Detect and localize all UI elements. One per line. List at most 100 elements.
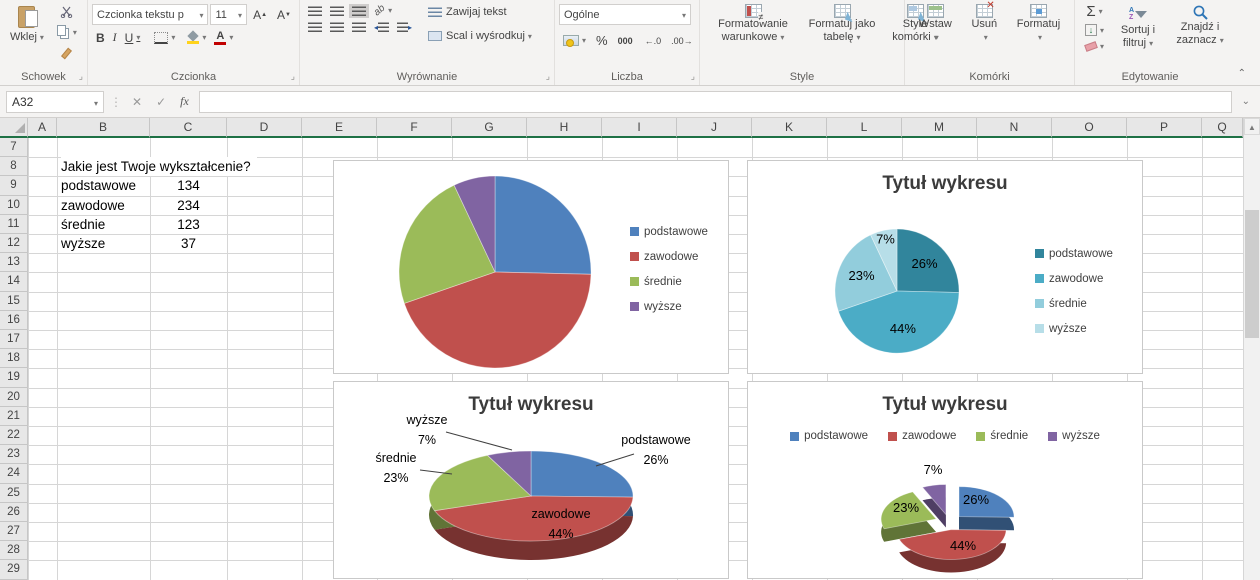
column-header-N[interactable]: N — [977, 118, 1052, 138]
legend-item[interactable]: zawodowe — [1035, 266, 1113, 291]
number-dialog-launcher-icon[interactable]: ⌟ — [691, 71, 695, 82]
row-header-22[interactable]: 22 — [0, 426, 28, 445]
pie-chart-3d-exploded[interactable]: 26%44%23%7%Tytuł wykresupodstawowezawodo… — [747, 381, 1143, 579]
row-header-24[interactable]: 24 — [0, 464, 28, 483]
legend-item[interactable]: podstawowe — [790, 430, 868, 442]
column-header-D[interactable]: D — [227, 118, 302, 138]
find-select-button[interactable]: Znajdź i zaznacz — [1168, 2, 1232, 54]
fill-color-button[interactable] — [184, 29, 209, 46]
shrink-font-button[interactable]: A▼ — [274, 5, 294, 24]
column-header-L[interactable]: L — [827, 118, 902, 138]
row-header-23[interactable]: 23 — [0, 445, 28, 464]
column-header-J[interactable]: J — [677, 118, 752, 138]
column-header-A[interactable]: A — [28, 118, 57, 138]
fill-button[interactable]: ↓ — [1082, 22, 1107, 38]
column-header-O[interactable]: O — [1052, 118, 1127, 138]
enter-formula-button[interactable]: ✓ — [152, 95, 170, 109]
row-header-25[interactable]: 25 — [0, 484, 28, 503]
cell-label-średnie[interactable]: średnie — [61, 215, 105, 234]
row-header-27[interactable]: 27 — [0, 522, 28, 541]
row-header-10[interactable]: 10 — [0, 196, 28, 215]
legend-item[interactable]: zawodowe — [888, 430, 956, 442]
row-header-20[interactable]: 20 — [0, 388, 28, 407]
scroll-up-icon[interactable]: ▲ — [1244, 118, 1260, 135]
expand-formula-bar-icon[interactable]: ⌄ — [1238, 96, 1254, 107]
align-top-button[interactable] — [305, 4, 325, 18]
row-header-21[interactable]: 21 — [0, 407, 28, 426]
pie-slice-podstawowe[interactable] — [531, 451, 633, 497]
row-header-7[interactable]: 7 — [0, 138, 28, 157]
cell-value-zawodowe[interactable]: 234 — [150, 196, 227, 215]
row-header-18[interactable]: 18 — [0, 349, 28, 368]
cell-value-wyższe[interactable]: 37 — [150, 234, 227, 253]
select-all-corner[interactable] — [0, 118, 28, 138]
format-painter-button[interactable] — [53, 44, 80, 63]
align-middle-button[interactable] — [327, 4, 347, 18]
row-header-12[interactable]: 12 — [0, 234, 28, 253]
column-header-P[interactable]: P — [1127, 118, 1202, 138]
cell-b8-question[interactable]: Jakie jest Twoje wykształcenie? — [61, 157, 257, 176]
worksheet-grid[interactable]: podstawowezawodoweśredniewyższe 26%44%23… — [0, 118, 1260, 580]
legend-item[interactable]: wyższe — [1048, 430, 1100, 442]
row-header-26[interactable]: 26 — [0, 503, 28, 522]
conditional-formatting-button[interactable]: Formatowanie warunkowe — [704, 2, 802, 46]
row-header-16[interactable]: 16 — [0, 311, 28, 330]
column-header-H[interactable]: H — [527, 118, 602, 138]
column-header-B[interactable]: B — [57, 118, 150, 138]
decrease-decimal-button[interactable]: .00→ — [668, 34, 696, 48]
formula-input[interactable] — [199, 91, 1232, 113]
vertical-scrollbar[interactable]: ▲ — [1243, 118, 1260, 580]
row-header-17[interactable]: 17 — [0, 330, 28, 349]
cancel-formula-button[interactable]: ✕ — [128, 95, 146, 109]
italic-button[interactable]: I — [110, 28, 120, 47]
pie-chart-monochrome[interactable]: 26%44%23%7%Tytuł wykresupodstawowezawodo… — [747, 160, 1143, 374]
row-header-29[interactable]: 29 — [0, 560, 28, 579]
number-format-select[interactable]: Ogólne — [559, 4, 691, 25]
insert-function-button[interactable]: fx — [176, 94, 193, 109]
alignment-dialog-launcher-icon[interactable]: ⌟ — [546, 71, 550, 82]
font-dialog-launcher-icon[interactable]: ⌟ — [291, 71, 295, 82]
row-header-13[interactable]: 13 — [0, 253, 28, 272]
pie-chart-plain[interactable]: podstawowezawodoweśredniewyższe — [333, 160, 729, 374]
name-box[interactable]: A32 — [6, 91, 104, 113]
legend-item[interactable]: wyższe — [1035, 316, 1113, 341]
legend-item[interactable]: podstawowe — [630, 219, 708, 244]
percent-style-button[interactable]: % — [593, 31, 611, 50]
column-header-C[interactable]: C — [150, 118, 227, 138]
align-center-button[interactable] — [327, 20, 347, 34]
cut-button[interactable] — [53, 3, 80, 20]
column-header-F[interactable]: F — [377, 118, 452, 138]
wrap-text-button[interactable]: Zawijaj tekst — [425, 4, 510, 20]
underline-button[interactable]: U — [122, 29, 144, 47]
autosum-button[interactable]: Σ — [1082, 3, 1107, 20]
pie-chart-3d[interactable]: podstawowe26%zawodowe44%średnie23%wyższe… — [333, 381, 729, 579]
legend-item[interactable]: średnie — [976, 430, 1028, 442]
legend-item[interactable]: wyższe — [630, 294, 708, 319]
align-right-button[interactable] — [349, 20, 369, 34]
cell-value-średnie[interactable]: 123 — [150, 215, 227, 234]
cell-value-podstawowe[interactable]: 134 — [150, 176, 227, 195]
legend-item[interactable]: średnie — [1035, 291, 1113, 316]
accounting-format-button[interactable] — [560, 33, 589, 48]
copy-button[interactable] — [53, 22, 80, 42]
legend-item[interactable]: podstawowe — [1035, 241, 1113, 266]
scrollbar-thumb[interactable] — [1245, 210, 1259, 338]
font-name-select[interactable]: Czcionka tekstu p — [92, 4, 208, 25]
format-as-table-button[interactable]: Formatuj jako tabelę — [802, 2, 882, 46]
delete-cells-button[interactable]: Usuń — [965, 2, 1003, 45]
cell-label-podstawowe[interactable]: podstawowe — [61, 176, 136, 195]
decrease-indent-button[interactable]: ◂ — [371, 20, 392, 34]
align-bottom-button[interactable] — [349, 4, 369, 18]
row-header-8[interactable]: 8 — [0, 157, 28, 176]
row-header-14[interactable]: 14 — [0, 272, 28, 291]
row-header-9[interactable]: 9 — [0, 176, 28, 195]
legend-item[interactable]: średnie — [630, 269, 708, 294]
legend-item[interactable]: zawodowe — [630, 244, 708, 269]
sort-filter-button[interactable]: AZ Sortuj i filtruj — [1108, 2, 1168, 54]
increase-indent-button[interactable]: ▸ — [394, 20, 415, 34]
orientation-button[interactable]: ab — [371, 3, 395, 18]
cell-label-zawodowe[interactable]: zawodowe — [61, 196, 125, 215]
grow-font-button[interactable]: A▲ — [250, 5, 270, 24]
format-cells-button[interactable]: Formatuj — [1011, 2, 1066, 45]
increase-decimal-button[interactable]: ←.0 — [642, 34, 665, 48]
